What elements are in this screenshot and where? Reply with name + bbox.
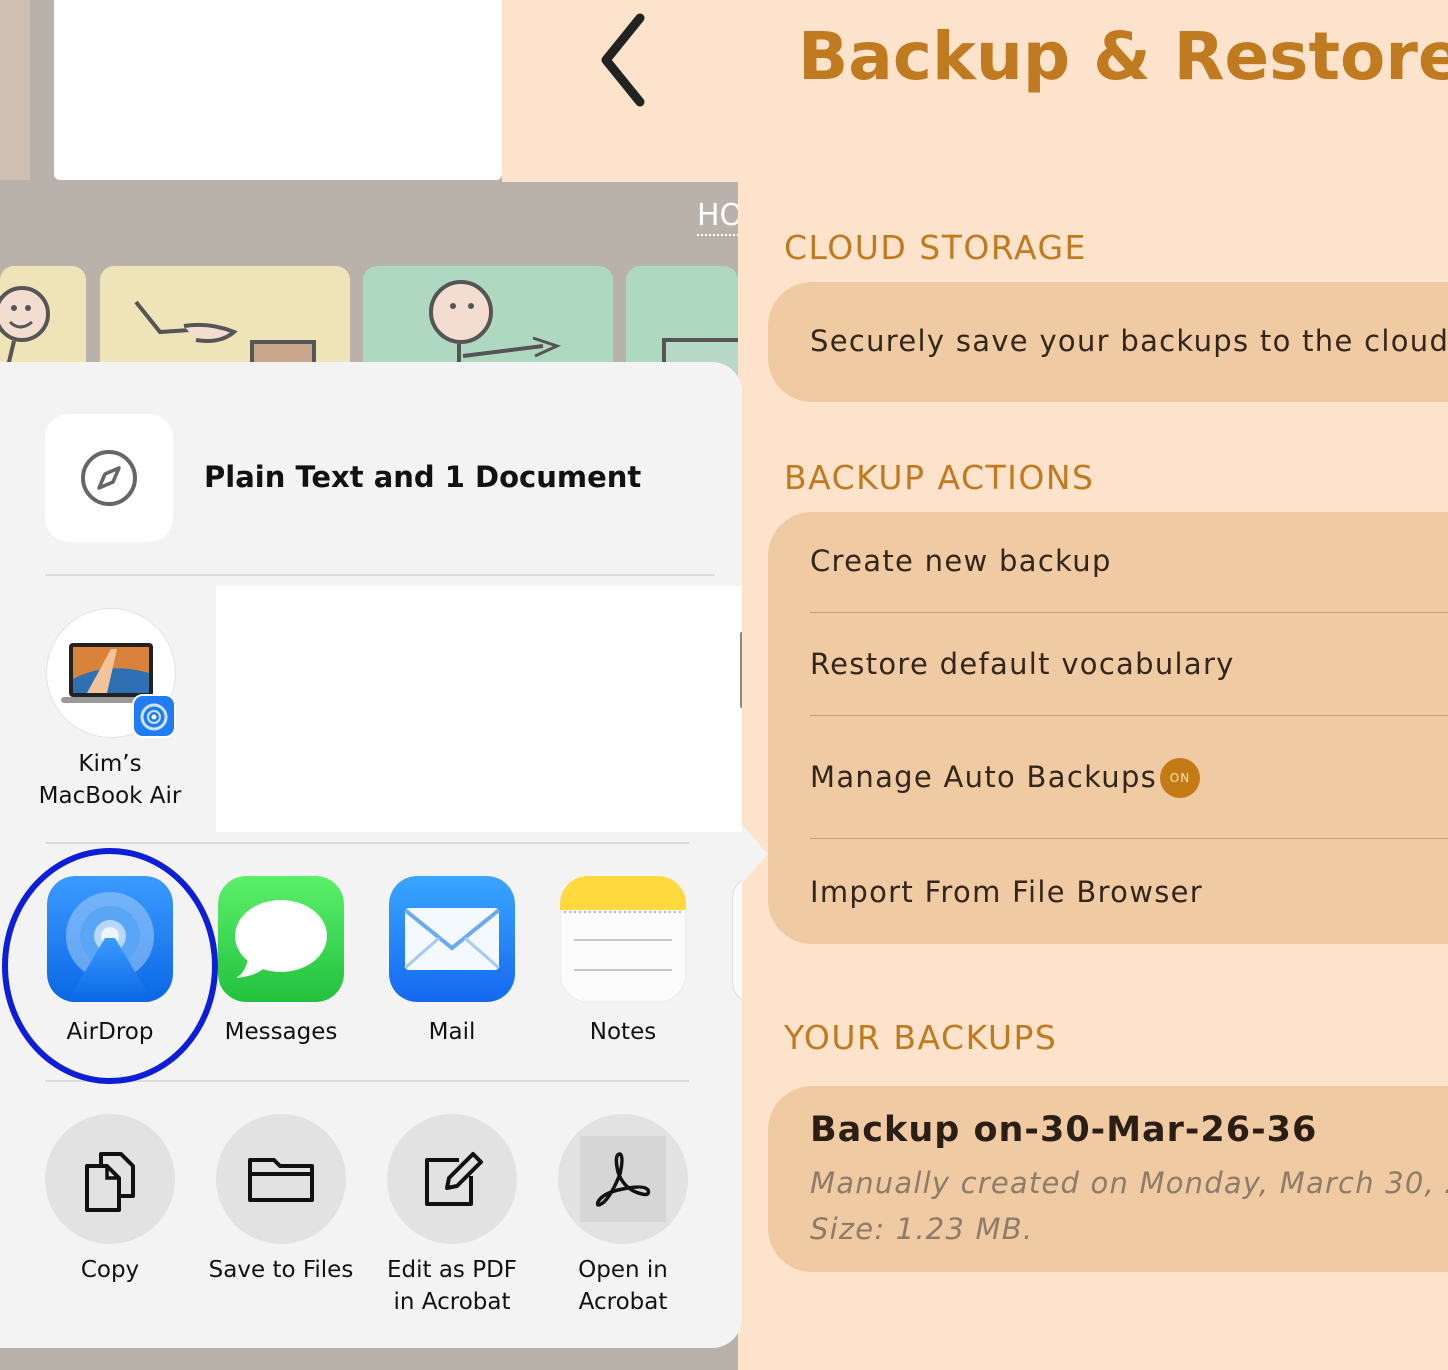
backup-item-card[interactable]: Backup on-30-Mar-26-36 Manually created … [768, 1086, 1448, 1272]
app-label-mail: Mail [428, 1019, 476, 1045]
page-title: Backup & Restore [798, 18, 1448, 95]
manage-auto-backups-row[interactable]: Manage Auto Backups ON [768, 716, 1448, 838]
divider [45, 574, 715, 576]
action-save-to-files-label: Save to Files [191, 1254, 371, 1286]
app-next-partial[interactable] [732, 876, 742, 1004]
background-message-window [54, 0, 502, 180]
action-copy-label: Copy [20, 1254, 200, 1286]
action-save-to-files-label-line1: Save to Files [208, 1257, 354, 1283]
messages-icon [218, 876, 344, 1002]
app-label-messages: Messages [224, 1019, 338, 1045]
share-sheet: Plain Text and 1 Document Kim’s MacBook … [0, 362, 742, 1348]
acrobat-icon [580, 1136, 666, 1222]
backup-item-created: Manually created on Monday, March 30, 20… [810, 1166, 1448, 1200]
action-open-in-acrobat-label-line2: Acrobat [578, 1289, 668, 1315]
auto-backup-status-badge: ON [1160, 758, 1200, 798]
folder-icon [248, 1158, 314, 1202]
app-notes[interactable] [559, 875, 687, 1006]
app-label-notes: Notes [589, 1019, 657, 1045]
device-name-line2: MacBook Air [38, 783, 182, 809]
restore-default-row[interactable]: Restore default vocabulary [768, 613, 1448, 716]
shared-item-preview [45, 414, 173, 542]
airdrop-device-kims-macbook-air[interactable] [46, 608, 176, 738]
backup-actions-card: Create new backup Restore default vocabu… [768, 512, 1448, 944]
compass-icon [81, 450, 137, 506]
backup-item-size: Size: 1.23 MB. [810, 1212, 1034, 1246]
import-file-browser-row[interactable]: Import From File Browser [768, 839, 1448, 944]
mail-icon [389, 876, 515, 1002]
action-save-to-files[interactable] [216, 1114, 346, 1244]
notes-icon [559, 875, 687, 1003]
airdrop-highlight-ring [2, 848, 218, 1084]
background-home-link[interactable]: HO [697, 198, 744, 236]
divider [45, 1080, 689, 1082]
action-edit-as-pdf-label-line1: Edit as PDF [386, 1257, 518, 1283]
device-name-line1: Kim’s [78, 751, 142, 777]
manage-auto-backups-label: Manage Auto Backups [810, 760, 1158, 794]
share-sheet-pointer [738, 820, 768, 888]
action-copy-label-line1: Copy [80, 1257, 140, 1283]
airdrop-devices-area [216, 586, 742, 832]
restore-default-label: Restore default vocabulary [810, 647, 1235, 681]
section-header-your-backups: YOUR BACKUPS [784, 1018, 1058, 1057]
app-messages[interactable] [218, 876, 344, 1006]
action-edit-as-pdf-label: Edit as PDF in Acrobat [362, 1254, 542, 1318]
back-chevron-icon[interactable] [598, 12, 658, 108]
copy-icon [85, 1152, 135, 1212]
share-sheet-title: Plain Text and 1 Document [204, 460, 642, 494]
airdrop-badge-icon [132, 694, 176, 738]
action-copy[interactable] [45, 1114, 175, 1244]
section-header-backup-actions: BACKUP ACTIONS [784, 458, 1095, 497]
edit-pdf-icon [425, 1152, 483, 1206]
import-file-browser-label: Import From File Browser [810, 875, 1203, 909]
create-backup-label: Create new backup [810, 544, 1112, 578]
airdrop-device-label: Kim’s MacBook Air [20, 748, 200, 812]
app-mail[interactable] [389, 876, 515, 1006]
cloud-storage-card[interactable]: Securely save your backups to the cloud [768, 282, 1448, 402]
action-edit-as-pdf-label-line2: in Acrobat [393, 1289, 511, 1315]
divider [45, 842, 689, 844]
action-edit-as-pdf[interactable] [387, 1114, 517, 1244]
scroll-indicator [740, 632, 742, 708]
background-sidebar-strip [0, 0, 30, 180]
cloud-storage-row-label: Securely save your backups to the cloud [810, 324, 1448, 358]
section-header-cloud-storage: CLOUD STORAGE [784, 228, 1087, 267]
backup-item-name: Backup on-30-Mar-26-36 [810, 1110, 1318, 1150]
action-open-in-acrobat-label-line1: Open in [578, 1257, 668, 1283]
action-open-in-acrobat-label: Open in Acrobat [533, 1254, 713, 1318]
action-open-in-acrobat[interactable] [558, 1114, 688, 1244]
create-backup-row[interactable]: Create new backup [768, 512, 1448, 612]
